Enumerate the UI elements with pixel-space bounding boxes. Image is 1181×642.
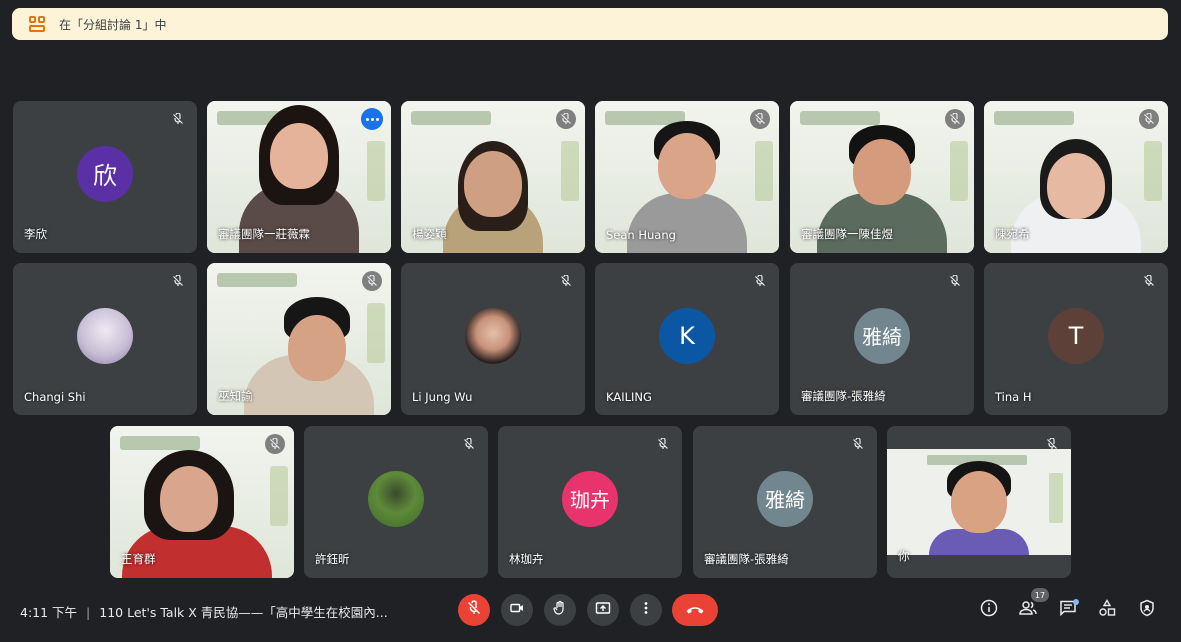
unread-chat-dot xyxy=(1073,599,1079,605)
avatar: 雅綺 xyxy=(757,470,813,527)
meeting-title: 110 Let's Talk X 青民協——「高中學生在校園內... xyxy=(99,605,388,620)
mic-off-icon xyxy=(945,271,965,291)
mic-off-icon xyxy=(265,434,285,454)
toggle-mic-button[interactable] xyxy=(458,594,490,626)
mic-off-icon xyxy=(848,434,868,454)
participant-name: Tina H xyxy=(995,390,1032,404)
participants-count-badge: 17 xyxy=(1031,588,1049,602)
breakout-rooms-icon xyxy=(29,16,45,32)
avatar: K xyxy=(659,307,715,364)
present-screen-icon xyxy=(595,600,611,620)
participant-tile[interactable]: T Tina H xyxy=(984,263,1168,415)
mic-off-icon xyxy=(362,271,382,291)
more-options-icon[interactable] xyxy=(361,108,383,130)
participant-name: Changi Shi xyxy=(24,390,86,404)
participant-name: Sean Huang xyxy=(606,228,676,242)
mic-off-icon xyxy=(750,271,770,291)
mic-off-icon xyxy=(459,434,479,454)
participant-name: 你 xyxy=(898,549,910,563)
participant-tile[interactable]: 審議團隊一陳佳煜 xyxy=(790,101,974,253)
more-options-button[interactable] xyxy=(630,594,662,626)
participant-name: 審議團隊-張雅綺 xyxy=(704,552,789,566)
participant-tile[interactable]: Changi Shi xyxy=(13,263,197,415)
info-icon xyxy=(980,599,998,621)
participant-tile[interactable]: 許鈺昕 xyxy=(304,426,488,578)
participant-name: 王育群 xyxy=(121,552,156,566)
participant-tile[interactable]: 雅綺 審議團隊-張雅綺 xyxy=(790,263,974,415)
mic-off-icon xyxy=(1042,434,1062,454)
host-controls-button[interactable] xyxy=(1137,599,1157,621)
participant-name: 林珈卉 xyxy=(509,552,544,566)
avatar xyxy=(77,307,133,364)
mic-off-icon xyxy=(168,109,188,129)
avatar: 珈卉 xyxy=(562,470,618,527)
mic-off-icon xyxy=(466,600,482,620)
breakout-room-label: 在「分組討論 1」中 xyxy=(59,17,167,32)
meeting-info-button[interactable] xyxy=(979,599,999,621)
self-video-feed xyxy=(887,449,1071,555)
meeting-details: 4:11 下午 | 110 Let's Talk X 青民協——「高中學生在校園內.… xyxy=(20,602,388,621)
participant-tile[interactable]: Li Jung Wu xyxy=(401,263,585,415)
avatar: 欣 xyxy=(77,145,133,202)
participant-tile-self[interactable]: 你 xyxy=(887,426,1071,578)
activities-icon xyxy=(1098,599,1116,621)
participant-name: 許鈺昕 xyxy=(315,552,350,566)
avatar xyxy=(368,470,424,527)
participant-tile[interactable]: 王育群 xyxy=(110,426,294,578)
more-options-icon xyxy=(638,600,654,620)
participants-button[interactable] xyxy=(1018,600,1038,620)
participant-name: 巫知諭 xyxy=(218,389,253,403)
clock: 4:11 下午 xyxy=(20,605,78,620)
present-now-button[interactable] xyxy=(587,594,619,626)
participant-tile[interactable]: 陳宛希 xyxy=(984,101,1168,253)
toggle-camera-button[interactable] xyxy=(501,594,533,626)
mic-off-icon xyxy=(945,109,965,129)
participant-name: Li Jung Wu xyxy=(412,390,473,404)
host-controls-icon xyxy=(1138,599,1156,621)
mic-off-icon xyxy=(556,271,576,291)
activities-button[interactable] xyxy=(1097,599,1117,621)
leave-call-button[interactable] xyxy=(672,594,718,626)
mic-off-icon xyxy=(653,434,673,454)
mic-off-icon xyxy=(1139,109,1159,129)
people-icon xyxy=(1018,599,1038,621)
participant-name: 審議團隊一陳佳煜 xyxy=(801,227,893,241)
participant-tile[interactable]: 欣 李欣 xyxy=(13,101,197,253)
breakout-room-banner: 在「分組討論 1」中 xyxy=(12,8,1168,40)
participant-tile[interactable]: 雅綺 審議團隊-張雅綺 xyxy=(693,426,877,578)
participant-name: 審議團隊-張雅綺 xyxy=(801,389,886,403)
camera-icon xyxy=(509,600,525,620)
participant-name: 李欣 xyxy=(24,227,47,241)
participant-name: KAILING xyxy=(606,390,652,404)
participant-tile[interactable]: Sean Huang xyxy=(595,101,779,253)
separator: | xyxy=(86,605,91,620)
participant-name: 楊姿穎 xyxy=(412,227,447,241)
mic-off-icon xyxy=(1139,271,1159,291)
participant-name: 審議團隊一莊薇霖 xyxy=(218,227,310,241)
raise-hand-button[interactable] xyxy=(544,594,576,626)
participant-tile[interactable]: K KAILING xyxy=(595,263,779,415)
mic-off-icon xyxy=(556,109,576,129)
avatar: 雅綺 xyxy=(854,307,910,364)
participant-name: 陳宛希 xyxy=(995,227,1030,241)
mic-off-icon xyxy=(168,271,188,291)
participant-tile[interactable]: 楊姿穎 xyxy=(401,101,585,253)
participant-tile[interactable]: 審議團隊一莊薇霖 xyxy=(207,101,391,253)
avatar: T xyxy=(1048,307,1104,364)
mic-off-icon xyxy=(750,109,770,129)
participant-tile[interactable]: 巫知諭 xyxy=(207,263,391,415)
raise-hand-icon xyxy=(552,600,568,620)
avatar xyxy=(465,307,521,364)
end-call-icon xyxy=(685,601,705,620)
participant-tile[interactable]: 珈卉 林珈卉 xyxy=(498,426,682,578)
